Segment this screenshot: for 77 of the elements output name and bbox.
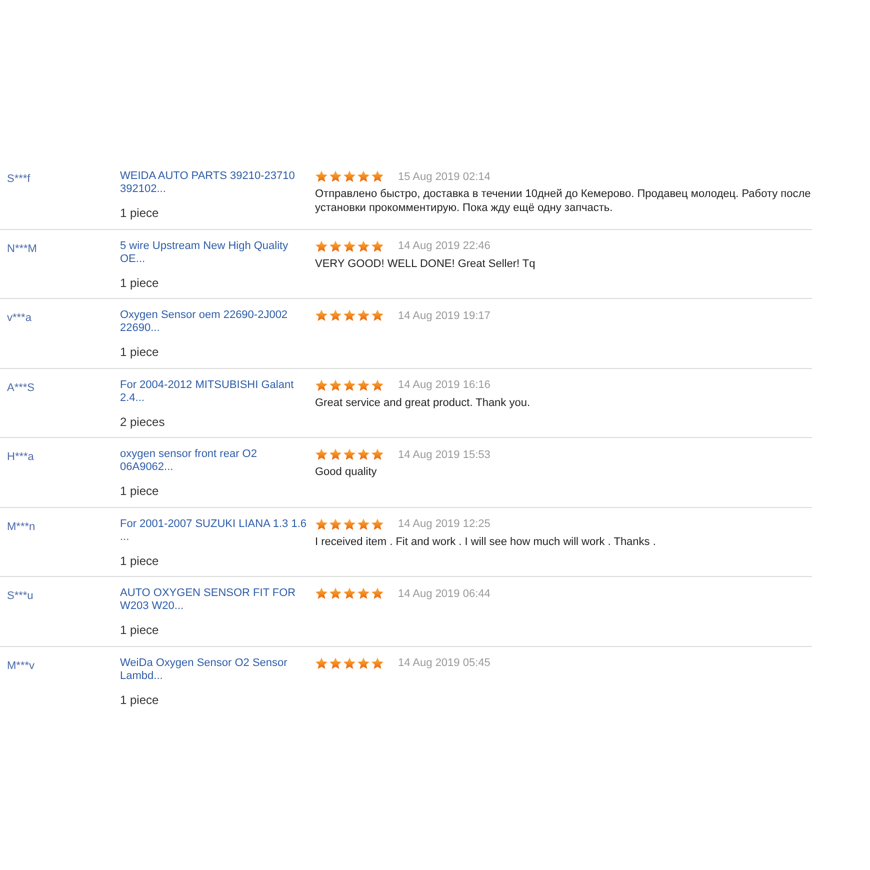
star-icon: [343, 378, 356, 392]
product-link[interactable]: AUTO OXYGEN SENSOR FIT FOR W203 W20...: [120, 587, 308, 613]
reviewer-name: M***v: [6, 658, 35, 672]
quantity-text: 1 piece: [120, 345, 159, 359]
product-link[interactable]: For 2001-2007 SUZUKI LIANA 1.3 1.6 ...: [120, 518, 308, 544]
review-comment: Good quality: [315, 465, 378, 479]
star-icon: [357, 170, 370, 183]
reviewer-name: S***u: [6, 589, 34, 602]
star-icon: [315, 587, 328, 600]
product-link[interactable]: WEIDA AUTO PARTS 39210-23710 392102...: [120, 170, 308, 196]
star-icon: [315, 309, 328, 322]
quantity-text: 2 pieces: [120, 414, 165, 428]
star-icon: [357, 656, 370, 670]
review-comment: VERY GOOD! WELL DONE! Great Seller! Tq: [315, 256, 536, 270]
quantity-text: 1 piece: [120, 692, 159, 706]
star-icon: [329, 240, 342, 252]
review-date: 15 Aug 2019 02:14: [398, 170, 490, 182]
star-icon: [357, 309, 370, 322]
quantity-text: 1 piece: [120, 554, 159, 568]
review-date: 14 Aug 2019 12:25: [398, 518, 490, 530]
reviewer-name: M***n: [6, 520, 36, 532]
star-icon: [343, 240, 356, 252]
reviewer-name: A***S: [6, 380, 35, 394]
reviewer-name: S***f: [6, 172, 30, 185]
star-icon: [357, 240, 370, 252]
star-icon: [371, 240, 384, 252]
star-icon: [371, 448, 384, 461]
star-icon: [315, 518, 328, 530]
star-icon: [371, 170, 384, 183]
product-link[interactable]: 5 wire Upstream New High Quality OE...: [120, 240, 308, 266]
product-link[interactable]: Oxygen Sensor oem 22690-2J002 22690...: [120, 309, 308, 335]
quantity-text: 1 piece: [120, 206, 159, 220]
star-icon: [343, 656, 356, 670]
star-icon: [315, 448, 328, 461]
star-icon: [357, 448, 370, 461]
star-icon: [315, 378, 328, 392]
reviewer-name: H***a: [6, 450, 34, 463]
star-icon: [357, 378, 370, 392]
quantity-text: 1 piece: [120, 276, 159, 290]
star-icon: [329, 587, 342, 600]
review-date: 14 Aug 2019 19:17: [398, 310, 490, 322]
star-icon: [371, 587, 384, 600]
star-icon: [329, 656, 342, 670]
review-date: 14 Aug 2019 15:53: [398, 448, 490, 460]
reviewer-name: v***a: [6, 311, 32, 324]
star-icon: [371, 309, 384, 322]
star-icon: [329, 170, 342, 183]
star-icon: [343, 170, 356, 183]
star-icon: [329, 448, 342, 461]
star-icon: [343, 587, 356, 600]
review-date: 14 Aug 2019 05:45: [398, 657, 490, 669]
star-icon: [343, 518, 356, 530]
star-icon: [329, 518, 342, 530]
star-icon: [315, 656, 328, 670]
star-icon: [315, 170, 328, 183]
star-icon: [329, 309, 342, 322]
star-icon: [371, 656, 384, 670]
review-date: 14 Aug 2019 22:46: [398, 240, 490, 252]
star-icon: [357, 518, 370, 530]
star-icon: [371, 518, 384, 530]
star-icon: [357, 587, 370, 600]
star-icon: [343, 448, 356, 461]
star-icon: [315, 240, 328, 252]
quantity-text: 1 piece: [120, 484, 159, 498]
review-date: 14 Aug 2019 06:44: [398, 588, 490, 600]
review-date: 14 Aug 2019 16:16: [398, 379, 490, 391]
product-link[interactable]: WeiDa Oxygen Sensor O2 Sensor Lambd...: [120, 656, 308, 682]
star-icon: [329, 378, 342, 392]
review-comment: I received item . Fit and work . I will see how much will work . Thanks .: [315, 534, 657, 548]
reviewer-name: N***M: [6, 242, 37, 254]
review-comment: Отправлено быстро, доставка в течении 10дней до Кемерово. Продавец молодец. Работу после установки прокомментирую. Пока жду ещё одну запчасть.: [315, 187, 812, 215]
review-comment: Great service and great product. Thank you.: [315, 396, 532, 410]
star-icon: [371, 378, 384, 392]
quantity-text: 1 piece: [120, 623, 159, 637]
product-link[interactable]: For 2004-2012 MITSUBISHI Galant 2.4...: [120, 378, 308, 404]
star-icon: [343, 309, 356, 322]
product-link[interactable]: oxygen sensor front rear O2 06A9062...: [120, 448, 308, 474]
